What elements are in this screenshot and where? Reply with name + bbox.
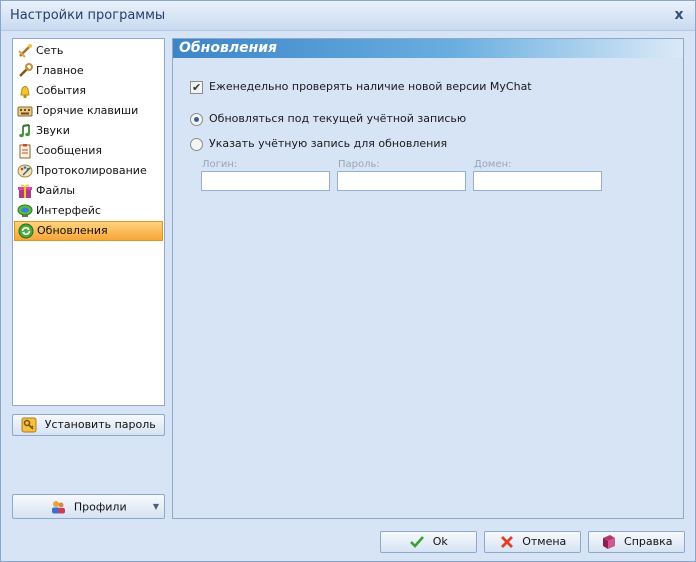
profiles-button[interactable]: Профили ▼ <box>12 494 165 519</box>
radio-other-account-label: Указать учётную запись для обновления <box>209 137 448 150</box>
sidebar-item-network[interactable]: Сеть <box>14 41 163 61</box>
bell-icon <box>20 86 30 99</box>
sidebar-item-label: Интерфейс <box>36 204 101 217</box>
window-title: Настройки программы <box>10 8 166 23</box>
music-note-icon <box>19 124 30 138</box>
cancel-label: Отмена <box>522 535 567 548</box>
sidebar-item-label: Главное <box>36 64 84 77</box>
refresh-icon <box>18 223 34 239</box>
sidebar-item-files[interactable]: Файлы <box>14 181 163 201</box>
sidebar-item-label: Звуки <box>36 124 70 137</box>
updates-panel: Обновления ✔ Еженедельно проверять наличи… <box>172 38 684 519</box>
sidebar-item-messages[interactable]: Сообщения <box>14 141 163 161</box>
close-icon <box>500 536 513 548</box>
sidebar-item-label: Файлы <box>36 184 76 197</box>
sidebar-item-label: Сообщения <box>36 144 103 157</box>
sidebar-item-logging[interactable]: Протоколирование <box>14 161 163 181</box>
checkmark-icon: ✔ <box>192 80 202 94</box>
users-icon <box>52 501 66 514</box>
palette-icon <box>17 164 33 178</box>
radio-current-account-option[interactable]: Обновляться под текущей учётной записью <box>190 111 466 127</box>
monitor-icon <box>17 204 33 217</box>
domain-input[interactable] <box>473 171 602 191</box>
gift-icon <box>18 184 32 198</box>
book-icon <box>602 535 615 549</box>
sidebar-item-general[interactable]: Главное <box>14 61 163 81</box>
sidebar-item-label: Обновления <box>37 224 108 237</box>
radio-current-account[interactable] <box>190 112 203 126</box>
chevron-down-icon[interactable]: ▼ <box>153 495 159 518</box>
key-icon <box>21 417 37 433</box>
sidebar-item-hotkeys[interactable]: Горячие клавиши <box>14 101 163 121</box>
help-button[interactable]: Справка <box>588 531 685 553</box>
close-icon[interactable]: x <box>671 7 687 23</box>
sidebar-item-sounds[interactable]: Звуки <box>14 121 163 141</box>
weekly-check-checkbox[interactable]: ✔ <box>190 80 203 94</box>
section-header: Обновления <box>173 39 683 58</box>
sidebar-item-label: Сеть <box>36 44 64 57</box>
sidebar-item-label: Протоколирование <box>36 164 147 177</box>
ok-button[interactable]: Ok <box>380 531 477 553</box>
sidebar-item-interface[interactable]: Интерфейс <box>14 201 163 221</box>
sidebar-item-label: События <box>36 84 87 97</box>
domain-label: Домен: <box>474 159 512 170</box>
keyboard-icon <box>17 106 33 117</box>
login-label: Логин: <box>202 159 238 170</box>
settings-nav: Сеть Главное События Горячие клавиши Зву… <box>12 38 165 406</box>
help-label: Справка <box>624 535 673 548</box>
set-password-label: Установить пароль <box>44 418 156 431</box>
weekly-check-option[interactable]: ✔ Еженедельно проверять наличие новой вер… <box>190 79 532 95</box>
ok-label: Ok <box>432 535 448 548</box>
radio-other-account-option[interactable]: Указать учётную запись для обновления <box>190 136 447 152</box>
password-input[interactable] <box>337 171 466 191</box>
sidebar-item-label: Горячие клавиши <box>36 104 139 117</box>
radio-other-account[interactable] <box>190 137 203 151</box>
settings-window: Настройки программы x Сеть Главное Событ… <box>0 0 696 562</box>
profiles-label: Профили <box>73 500 127 514</box>
weekly-check-label: Еженедельно проверять наличие новой верс… <box>209 80 532 93</box>
wrench-icon <box>19 63 33 77</box>
sidebar-item-updates[interactable]: Обновления <box>14 221 163 241</box>
set-password-button[interactable]: Установить пароль <box>12 414 165 436</box>
password-label: Пароль: <box>338 159 380 170</box>
network-icon <box>18 44 32 58</box>
radio-current-account-label: Обновляться под текущей учётной записью <box>209 112 467 125</box>
title-bar[interactable]: Настройки программы x <box>1 1 695 31</box>
cancel-button[interactable]: Отмена <box>484 531 581 553</box>
checkmark-icon <box>410 536 425 548</box>
clipboard-icon <box>19 144 31 159</box>
login-input[interactable] <box>201 171 330 191</box>
sidebar-item-events[interactable]: События <box>14 81 163 101</box>
section-title: Обновления <box>179 40 278 56</box>
